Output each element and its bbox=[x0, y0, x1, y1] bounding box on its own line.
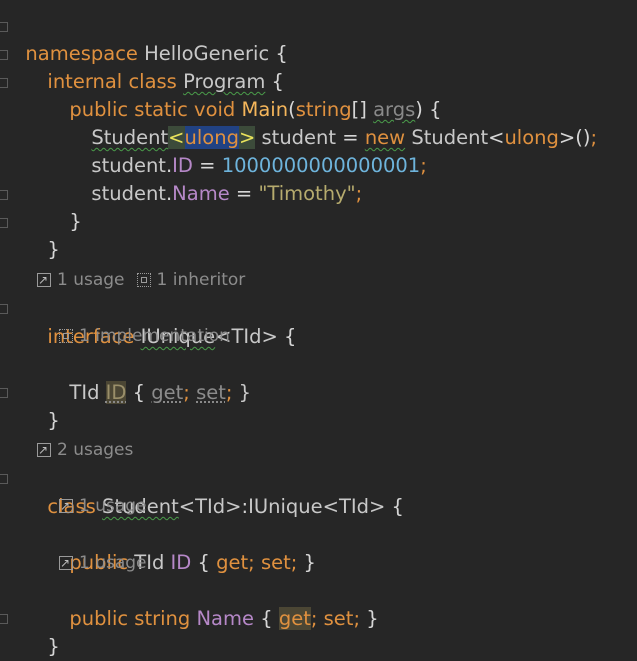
code-lens-iunique: 1 usage 1 inheritor bbox=[37, 269, 245, 291]
code-line-assign-name[interactable]: student.Name = "Timothy"; bbox=[79, 152, 362, 205]
generic-param: <TId> bbox=[322, 495, 386, 518]
close-brace: } bbox=[366, 607, 379, 630]
keyword-ulong: ulong bbox=[504, 126, 559, 149]
semicolon: ; bbox=[183, 381, 190, 404]
semicolon: ; bbox=[590, 126, 598, 149]
property-name[interactable]: Name bbox=[196, 607, 254, 630]
code-line-close-main[interactable]: } bbox=[57, 180, 81, 233]
close-brace: } bbox=[47, 238, 60, 261]
accessor-get: get bbox=[216, 551, 249, 574]
lens-usages-link[interactable]: 1 usage bbox=[57, 269, 125, 291]
arrow-up-right-icon bbox=[59, 552, 73, 574]
interface-ref-iunique[interactable]: IUnique bbox=[248, 495, 323, 518]
keyword-string: string bbox=[134, 607, 191, 630]
generic-lt: < bbox=[488, 126, 505, 149]
fold-marker[interactable] bbox=[0, 50, 8, 60]
semicolon: ; bbox=[420, 154, 427, 177]
close-brace: } bbox=[47, 409, 60, 432]
lens-inheritors-link[interactable]: 1 inheritor bbox=[157, 269, 246, 291]
string-literal: "Timothy" bbox=[258, 182, 356, 205]
editor-gutter bbox=[0, 0, 10, 639]
code-line-class-student[interactable]: class Student<TId>:IUnique<TId> { bbox=[35, 465, 404, 518]
code-line-close-interface[interactable]: } bbox=[35, 379, 59, 432]
property-id[interactable]: ID bbox=[171, 551, 192, 574]
semicolon: ; bbox=[355, 182, 363, 205]
code-line-interface-id[interactable]: TId ID { get; set; } bbox=[57, 351, 251, 404]
code-line-student-decl[interactable]: Student<ulong> student = new Student<ulo… bbox=[79, 96, 597, 149]
close-brace: } bbox=[47, 635, 60, 658]
code-line-close-student[interactable]: } bbox=[35, 605, 59, 658]
arrow-up-right-icon bbox=[59, 495, 73, 517]
code-line-namespace[interactable]: namespace HelloGeneric { bbox=[13, 12, 287, 65]
code-lens-student: 2 usages bbox=[37, 439, 133, 461]
fold-marker[interactable] bbox=[0, 190, 8, 200]
accessor-get: get bbox=[151, 381, 184, 404]
fold-marker[interactable] bbox=[0, 218, 8, 228]
fold-marker[interactable] bbox=[0, 304, 8, 314]
close-brace: } bbox=[238, 381, 252, 404]
code-line-student-name[interactable]: public string Name { get; set; } bbox=[57, 577, 379, 630]
accessor-set: set bbox=[260, 551, 291, 574]
close-brace: } bbox=[69, 210, 82, 233]
lens-usages-link[interactable]: 2 usages bbox=[57, 439, 133, 461]
code-lens-id-impl: 1 implementation bbox=[59, 325, 230, 347]
code-line-student-id[interactable]: public TId ID { get; set; } bbox=[57, 521, 316, 574]
property-name[interactable]: Name bbox=[172, 182, 230, 205]
code-line-assign-id[interactable]: student.ID = 1000000000000001; bbox=[79, 124, 426, 177]
semicolon: ; bbox=[248, 551, 255, 574]
lens-usages-link[interactable]: 1 usage bbox=[79, 495, 147, 517]
ctor-end: >() bbox=[558, 126, 591, 149]
assign-op: = bbox=[229, 182, 259, 205]
arrow-up-right-icon bbox=[37, 439, 51, 461]
keyword-public: public bbox=[69, 607, 129, 630]
brace: { bbox=[385, 495, 404, 518]
fold-marker[interactable] bbox=[0, 388, 8, 398]
type-tid[interactable]: TId bbox=[69, 381, 99, 404]
fold-marker[interactable] bbox=[0, 474, 8, 484]
lens-usages-link[interactable]: 1 usage bbox=[79, 552, 147, 574]
accessor-set: set bbox=[323, 607, 354, 630]
fold-marker[interactable] bbox=[0, 614, 8, 624]
fold-marker[interactable] bbox=[0, 78, 8, 88]
brace: { bbox=[277, 325, 297, 348]
code-line-main[interactable]: public static void Main(string[] args) { bbox=[57, 68, 441, 121]
hierarchy-icon bbox=[59, 329, 73, 343]
code-lens-name-usage: 1 usage bbox=[59, 552, 147, 574]
generic-param: <TId> bbox=[178, 495, 242, 518]
member-id[interactable]: ID bbox=[105, 381, 127, 404]
accessor-get-highlighted[interactable]: get bbox=[278, 607, 311, 630]
variable-student[interactable]: student bbox=[91, 182, 166, 205]
code-line-interface[interactable]: interface IUnique<TId> { bbox=[35, 295, 296, 348]
code-line-close-class[interactable]: } bbox=[35, 208, 59, 261]
code-line-class-program[interactable]: internal class Program { bbox=[35, 40, 284, 93]
lens-implementations-link[interactable]: 1 implementation bbox=[79, 325, 230, 347]
arrow-up-right-icon bbox=[37, 269, 51, 291]
code-lens-id-usage: 1 usage bbox=[59, 495, 147, 517]
accessor-set: set bbox=[196, 381, 226, 404]
fold-marker[interactable] bbox=[0, 22, 8, 32]
close-brace: } bbox=[303, 551, 316, 574]
hierarchy-icon bbox=[136, 273, 151, 287]
